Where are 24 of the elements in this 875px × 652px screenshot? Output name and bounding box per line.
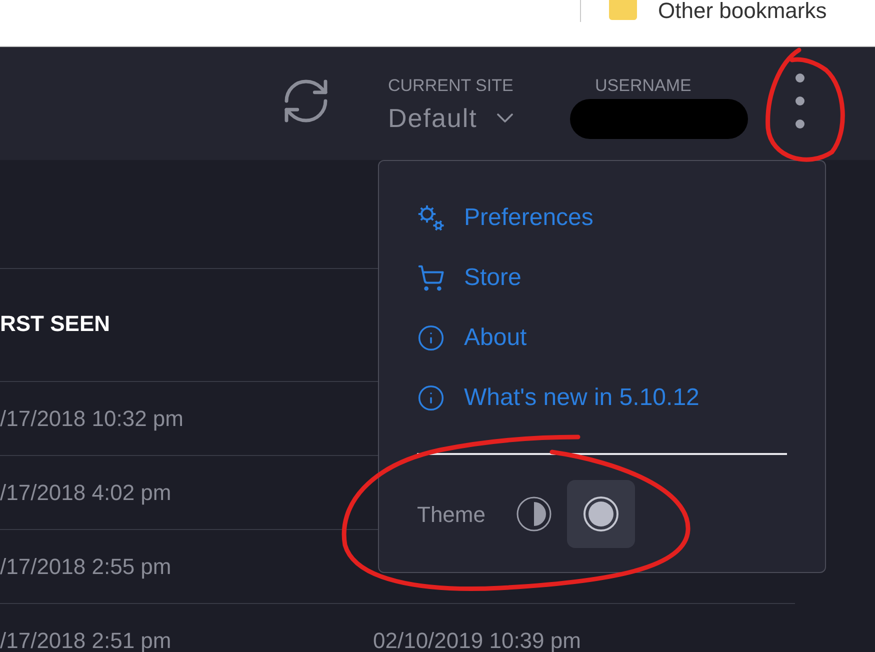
menu-item[interactable]: What's new in 5.10.12 xyxy=(379,368,825,428)
table-cell: /17/2018 2:51 pm xyxy=(0,630,172,650)
site-label: CURRENT SITE xyxy=(388,76,514,96)
theme-label: Theme xyxy=(417,500,486,528)
info-icon xyxy=(417,384,445,412)
menu-item[interactable]: Store xyxy=(379,248,825,308)
filled-circle-icon xyxy=(583,496,619,532)
kebab-icon xyxy=(795,73,805,129)
folder-icon xyxy=(609,0,637,20)
info-icon xyxy=(417,324,445,352)
bookmark-link[interactable]: Other bookmarks xyxy=(658,0,827,22)
cart-icon xyxy=(417,264,445,292)
table-cell: /17/2018 10:32 pm xyxy=(0,408,184,428)
table-cell: 02/10/2019 10:39 pm xyxy=(373,630,581,650)
menu-item[interactable]: About xyxy=(379,308,825,368)
menu-item[interactable]: Preferences xyxy=(379,188,825,248)
username-label: USERNAME xyxy=(594,76,692,96)
theme-option[interactable] xyxy=(567,480,635,548)
column-header[interactable]: RST SEEN xyxy=(0,310,110,336)
table-cell: /17/2018 2:55 pm xyxy=(0,556,172,576)
gears-icon xyxy=(417,204,445,232)
contrast-icon xyxy=(516,496,552,532)
table-cell: /17/2018 4:02 pm xyxy=(0,482,172,502)
site-dropdown[interactable]: Default xyxy=(388,103,520,133)
